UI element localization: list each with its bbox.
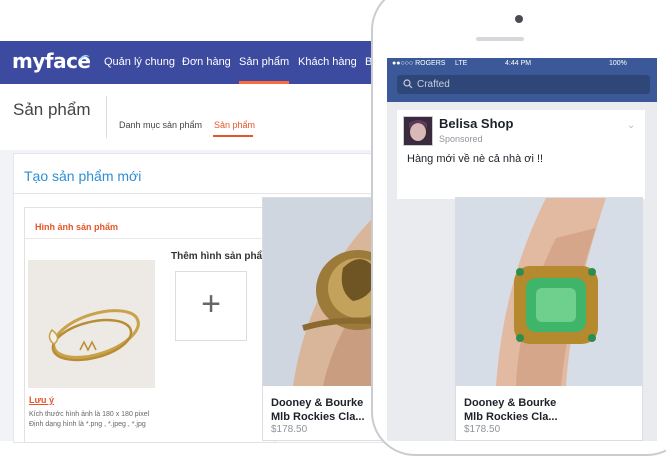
ad-price: $178.50 xyxy=(271,424,308,435)
facebook-header: ●●○○○ ROGERS LTE 4:44 PM 100% Crafted xyxy=(387,58,657,102)
sponsored-label: Sponsored xyxy=(439,134,483,144)
search-icon xyxy=(403,79,413,89)
post-text: Hàng mới về nè cả nhà ơi !! xyxy=(407,153,544,165)
emerald-ring-photo xyxy=(456,198,642,386)
note-title[interactable]: Lưu ý xyxy=(29,395,54,405)
status-network: LTE xyxy=(455,60,468,67)
more-images-label: Thêm hình sản phẩm xyxy=(171,251,272,262)
status-battery: 100% xyxy=(609,60,627,67)
avatar[interactable] xyxy=(403,116,433,146)
nav-item-orders[interactable]: Đơn hàng xyxy=(182,41,231,84)
panel-title: Hình ảnh sản phẩm xyxy=(35,222,119,232)
ad-name-line2: Mlb Rockies Cla... xyxy=(271,411,365,423)
chevron-down-icon[interactable]: ⌄ xyxy=(627,120,635,131)
gold-rings-illustration xyxy=(28,260,155,388)
note-text: Kích thước hình ảnh là 180 x 180 pixel Đ… xyxy=(29,411,150,428)
add-image-button[interactable]: + xyxy=(175,271,247,341)
tab-product-categories[interactable]: Danh mục sản phẩm xyxy=(119,120,202,130)
nav-item-customers[interactable]: Khách hàng xyxy=(298,41,357,84)
ad-price: $178.50 xyxy=(464,424,501,435)
product-image[interactable] xyxy=(28,260,155,388)
search-placeholder: Crafted xyxy=(417,79,450,90)
camera-icon xyxy=(515,15,523,23)
nav-item-products[interactable]: Sản phẩm xyxy=(239,41,290,84)
ad-image-2 xyxy=(456,198,642,386)
shop-name[interactable]: Belisa Shop xyxy=(439,116,513,131)
panel-divider xyxy=(24,238,274,239)
status-time: 4:44 PM xyxy=(505,60,532,67)
card-divider xyxy=(13,193,393,194)
tab-products[interactable]: Sản phẩm xyxy=(214,120,255,130)
active-tab-indicator xyxy=(213,135,253,137)
brand-logo[interactable]: myface xyxy=(12,49,91,73)
ad-name-line2: Mlb Rockies Cla... xyxy=(464,411,558,423)
ad-name-line1: Dooney & Bourke xyxy=(271,397,364,409)
header-divider xyxy=(106,96,107,138)
nav-item-overview[interactable]: Quản lý chung xyxy=(104,41,175,84)
speaker-grille xyxy=(476,37,524,41)
card-title: Tạo sản phẩm mới xyxy=(24,168,142,184)
ad-name-line1: Dooney & Bourke xyxy=(464,397,557,409)
page-title: Sản phẩm xyxy=(13,100,91,119)
plus-icon: + xyxy=(201,285,221,323)
status-carrier: ●●○○○ ROGERS xyxy=(392,60,446,67)
ad-card-2[interactable]: Dooney & Bourke Mlb Rockies Cla... $178.… xyxy=(455,197,643,441)
doll-avatar-image xyxy=(404,117,432,145)
